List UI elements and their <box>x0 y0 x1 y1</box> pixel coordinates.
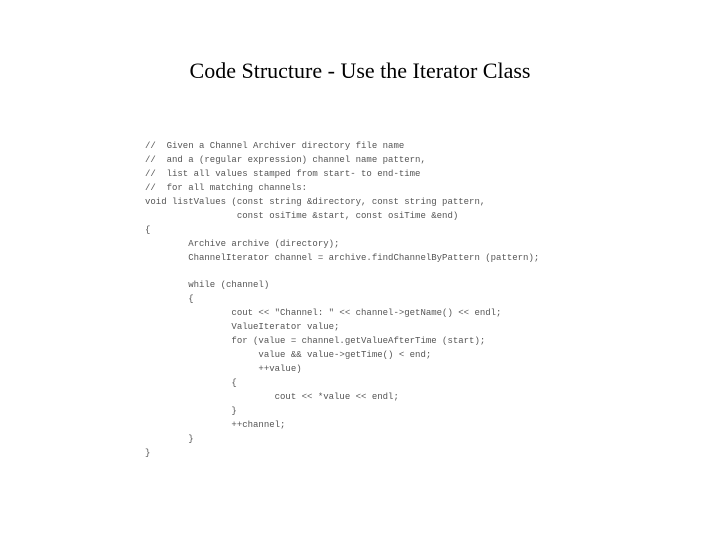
code-listing: // Given a Channel Archiver directory fi… <box>145 140 539 461</box>
slide-title: Code Structure - Use the Iterator Class <box>0 58 720 84</box>
